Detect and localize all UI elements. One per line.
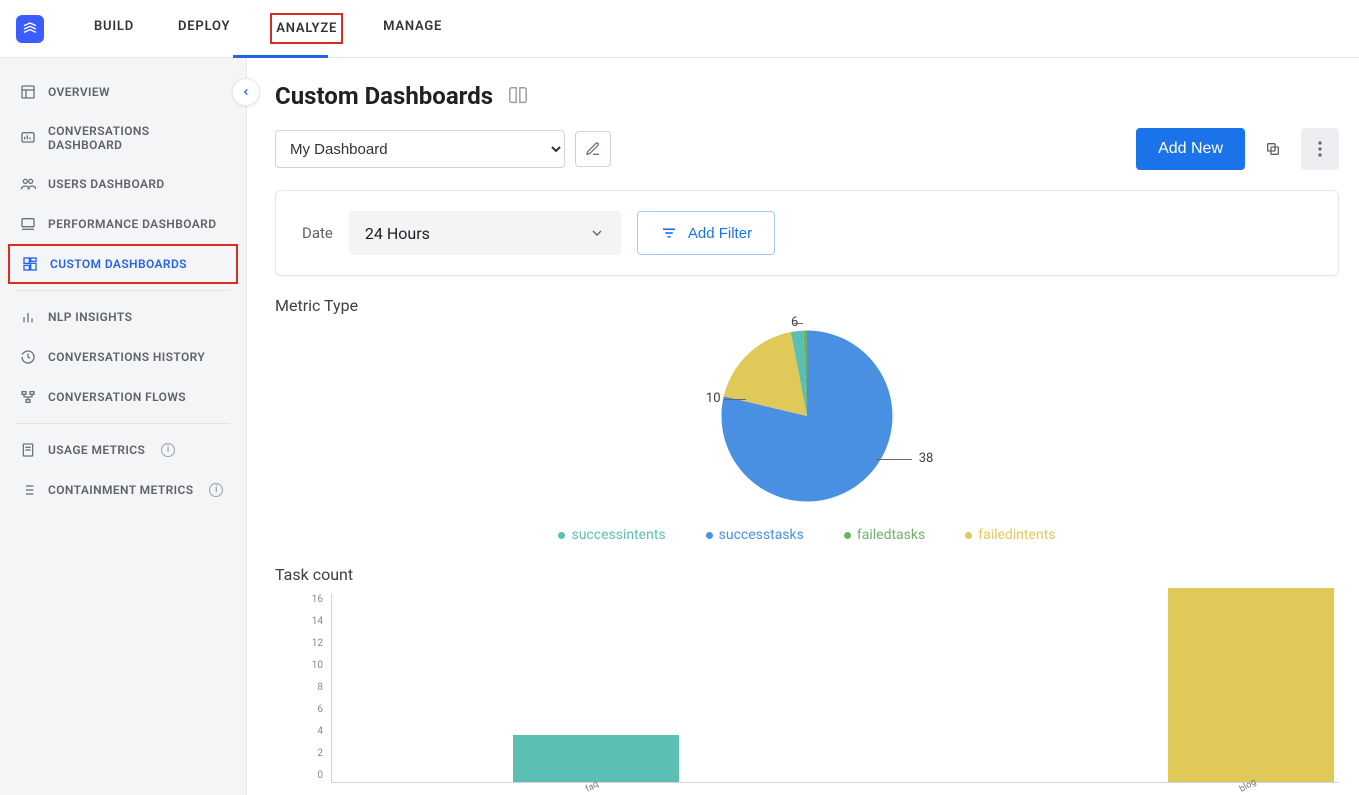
dashboard-icon bbox=[22, 256, 38, 272]
pie-legend: successintents successtasks failedtasks … bbox=[275, 527, 1339, 543]
legend-failedintents: failedintents bbox=[965, 527, 1055, 543]
y-axis: 16 14 12 10 8 6 4 2 0 bbox=[303, 594, 323, 781]
sidebar-item-conversations-dashboard[interactable]: CONVERSATIONS DASHBOARD bbox=[0, 112, 246, 164]
main-content: Custom Dashboards My Dashboard Add New D… bbox=[247, 58, 1359, 795]
users-icon bbox=[20, 176, 36, 192]
pie-callout-line bbox=[724, 399, 746, 400]
book-icon[interactable] bbox=[507, 85, 529, 107]
sidebar-item-label: CONVERSATION FLOWS bbox=[48, 390, 186, 404]
add-filter-button[interactable]: Add Filter bbox=[637, 211, 775, 255]
sidebar-item-label: USERS DASHBOARD bbox=[48, 177, 165, 191]
sidebar: OVERVIEW CONVERSATIONS DASHBOARD USERS D… bbox=[0, 58, 247, 795]
flow-icon bbox=[20, 389, 36, 405]
add-filter-label: Add Filter bbox=[688, 225, 752, 242]
monitor-icon bbox=[20, 216, 36, 232]
nav-tabs: BUILD DEPLOY ANALYZE MANAGE bbox=[90, 13, 446, 44]
copy-button[interactable] bbox=[1255, 131, 1291, 167]
sidebar-item-performance-dashboard[interactable]: PERFORMANCE DASHBOARD bbox=[0, 204, 246, 244]
bar-faq bbox=[513, 735, 679, 782]
layout-icon bbox=[20, 84, 36, 100]
date-label: Date bbox=[302, 224, 333, 242]
info-icon[interactable]: i bbox=[161, 443, 175, 457]
info-icon[interactable]: i bbox=[209, 483, 223, 497]
sidebar-collapse-button[interactable] bbox=[232, 78, 260, 106]
list-icon bbox=[20, 482, 36, 498]
dashboard-select[interactable]: My Dashboard bbox=[275, 130, 565, 168]
history-icon bbox=[20, 349, 36, 365]
date-range-picker[interactable]: 24 Hours bbox=[349, 211, 621, 255]
bar-chart: 16 14 12 10 8 6 4 2 0 faq blog bbox=[305, 590, 1339, 795]
pie-callout-10: 10 bbox=[706, 391, 721, 406]
legend-successintents: successintents bbox=[558, 527, 665, 543]
tab-analyze[interactable]: ANALYZE bbox=[270, 13, 343, 44]
sidebar-item-usage-metrics[interactable]: USAGE METRICS i bbox=[0, 430, 246, 470]
sidebar-item-label: CONVERSATIONS HISTORY bbox=[48, 350, 205, 364]
filter-icon bbox=[660, 224, 678, 242]
sidebar-divider bbox=[16, 290, 230, 291]
pie-chart-title: Metric Type bbox=[275, 296, 1339, 315]
app-logo[interactable] bbox=[16, 15, 44, 43]
pie-callout-38: 38 bbox=[919, 451, 934, 466]
pie-chart: 6 10 38 bbox=[275, 321, 1339, 521]
bar-chart-icon bbox=[20, 309, 36, 325]
tab-manage[interactable]: MANAGE bbox=[379, 13, 446, 44]
sidebar-item-label: PERFORMANCE DASHBOARD bbox=[48, 217, 216, 231]
sidebar-item-label: USAGE METRICS bbox=[48, 443, 145, 457]
filter-bar: Date 24 Hours Add Filter bbox=[275, 190, 1339, 276]
sidebar-item-users-dashboard[interactable]: USERS DASHBOARD bbox=[0, 164, 246, 204]
date-value: 24 Hours bbox=[365, 224, 430, 243]
pie-callout-line bbox=[794, 323, 803, 324]
bar-blog bbox=[1168, 588, 1334, 782]
legend-successtasks: successtasks bbox=[706, 527, 804, 543]
pie-svg bbox=[712, 321, 902, 511]
sidebar-item-label: CONTAINMENT METRICS bbox=[48, 483, 193, 497]
sidebar-item-label: NLP INSIGHTS bbox=[48, 310, 132, 324]
sidebar-item-nlp-insights[interactable]: NLP INSIGHTS bbox=[0, 297, 246, 337]
sidebar-item-label: CONVERSATIONS DASHBOARD bbox=[48, 124, 226, 152]
sidebar-item-custom-dashboards[interactable]: CUSTOM DASHBOARDS bbox=[8, 244, 238, 284]
bar-chart-title: Task count bbox=[275, 565, 1339, 584]
chat-bars-icon bbox=[20, 130, 36, 146]
legend-failedtasks: failedtasks bbox=[844, 527, 925, 543]
edit-dashboard-button[interactable] bbox=[575, 131, 611, 167]
sidebar-item-conversations-history[interactable]: CONVERSATIONS HISTORY bbox=[0, 337, 246, 377]
sidebar-item-label: OVERVIEW bbox=[48, 85, 110, 99]
chevron-down-icon bbox=[589, 225, 605, 241]
sidebar-item-conversation-flows[interactable]: CONVERSATION FLOWS bbox=[0, 377, 246, 417]
pie-callout-line bbox=[876, 459, 912, 460]
add-new-button[interactable]: Add New bbox=[1136, 128, 1245, 170]
sidebar-item-containment-metrics[interactable]: CONTAINMENT METRICS i bbox=[0, 470, 246, 510]
tab-build[interactable]: BUILD bbox=[90, 13, 138, 44]
sidebar-item-overview[interactable]: OVERVIEW bbox=[0, 72, 246, 112]
bar-plot-area: faq blog bbox=[331, 594, 1339, 783]
tab-deploy[interactable]: DEPLOY bbox=[174, 13, 234, 44]
topbar: BUILD DEPLOY ANALYZE MANAGE bbox=[0, 0, 1359, 58]
page-title: Custom Dashboards bbox=[275, 82, 493, 110]
active-tab-underline bbox=[233, 55, 328, 58]
sidebar-divider bbox=[16, 423, 230, 424]
document-icon bbox=[20, 442, 36, 458]
sidebar-item-label: CUSTOM DASHBOARDS bbox=[50, 257, 187, 271]
more-options-button[interactable] bbox=[1301, 128, 1339, 170]
